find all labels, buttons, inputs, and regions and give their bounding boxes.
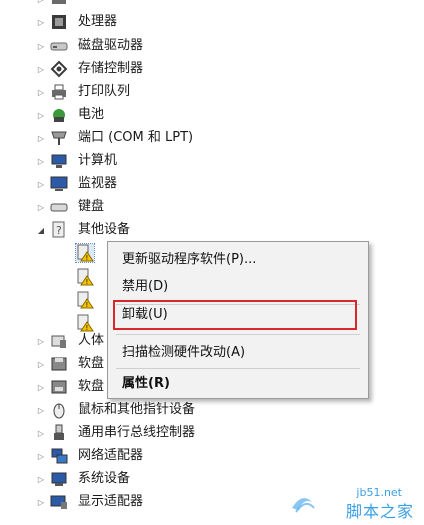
uninstall-highlight-box: [113, 300, 357, 330]
system-device-icon: [50, 470, 68, 488]
tree-item-label: 磁盘驱动器: [78, 38, 144, 53]
expand-icon[interactable]: ▷: [36, 474, 46, 484]
tree-item-label: 电池: [78, 107, 105, 122]
menu-item-scan-hardware[interactable]: 扫描检测硬件改动(A): [122, 342, 245, 364]
expand-icon[interactable]: ▷: [36, 202, 46, 212]
unknown-device-warning-icon: !: [76, 291, 94, 309]
tree-item-label: 计算机: [78, 153, 118, 168]
svg-text:!: !: [86, 278, 89, 286]
device-icon: [50, 0, 68, 8]
network-adapter-icon: [50, 447, 68, 465]
expand-icon[interactable]: ▷: [36, 359, 46, 369]
svg-text:!: !: [86, 254, 89, 262]
svg-text:!: !: [86, 301, 89, 309]
watermark-name: 脚本之家: [345, 502, 414, 521]
battery-icon: [50, 106, 68, 124]
tree-item-label: 网络适配器: [78, 448, 144, 463]
tree-item-label: 显示适配器: [78, 494, 144, 509]
expand-icon[interactable]: ▷: [36, 64, 46, 74]
computer-icon: [50, 152, 68, 170]
expand-icon[interactable]: ▷: [36, 428, 46, 438]
tree-item-label: 监视器: [78, 176, 118, 191]
expand-icon[interactable]: ▷: [36, 382, 46, 392]
floppy-icon: [50, 355, 68, 373]
tree-item-label: 通用串行总线控制器: [78, 425, 196, 440]
expand-icon[interactable]: ▷: [36, 41, 46, 51]
port-icon: [50, 129, 68, 147]
tree-item-label: 鼠标和其他指针设备: [78, 402, 196, 417]
watermark-logo-icon: [292, 498, 315, 513]
tree-item-label: 打印队列: [78, 84, 131, 99]
svg-text:?: ?: [56, 224, 62, 237]
other-devices-icon: ?: [50, 221, 68, 239]
monitor-icon: [50, 175, 68, 193]
expand-icon[interactable]: ▷: [36, 0, 46, 4]
usb-icon: [50, 424, 68, 442]
expand-icon[interactable]: ▷: [36, 17, 46, 27]
expand-icon[interactable]: ▷: [36, 497, 46, 507]
expand-icon[interactable]: ▷: [36, 156, 46, 166]
collapse-icon[interactable]: ◢: [36, 225, 46, 235]
expand-icon[interactable]: ▷: [36, 87, 46, 97]
tree-item-label: 软盘: [78, 379, 105, 394]
display-adapter-icon: [50, 493, 68, 511]
tree-item-label: 系统设备: [78, 471, 131, 486]
tree-item-label: 处理器: [78, 14, 118, 29]
tree-item-label: 其他设备: [78, 222, 131, 237]
hid-icon: [50, 332, 68, 350]
unknown-device-warning-icon: !: [76, 268, 94, 286]
expand-icon[interactable]: ▷: [36, 336, 46, 346]
keyboard-icon: [50, 198, 68, 216]
tree-item-label: 软盘: [78, 356, 105, 371]
expand-icon[interactable]: ▷: [36, 133, 46, 143]
menu-separator: [116, 334, 360, 335]
cpu-icon: [50, 13, 68, 31]
expand-icon[interactable]: ▷: [36, 451, 46, 461]
tree-item-label: 存储控制器: [78, 61, 144, 76]
tree-item-label: 键盘: [78, 199, 105, 214]
menu-separator: [116, 368, 360, 369]
menu-item-properties[interactable]: 属性(R): [122, 373, 170, 395]
tree-item-label: 端口 (COM 和 LPT): [78, 130, 194, 145]
floppy-controller-icon: [50, 378, 68, 396]
unknown-device-warning-icon: !: [75, 243, 95, 263]
storage-controller-icon: [50, 60, 68, 78]
menu-item-update-driver[interactable]: 更新驱动程序软件(P)...: [122, 249, 256, 271]
expand-icon[interactable]: ▷: [36, 405, 46, 415]
menu-item-disable[interactable]: 禁用(D): [122, 276, 168, 298]
disk-drive-icon: [50, 37, 68, 55]
mouse-icon: [50, 401, 68, 419]
printer-icon: [50, 83, 68, 101]
expand-icon[interactable]: ▷: [36, 110, 46, 120]
expand-icon[interactable]: ▷: [36, 179, 46, 189]
tree-item-label: 人体: [78, 333, 105, 348]
